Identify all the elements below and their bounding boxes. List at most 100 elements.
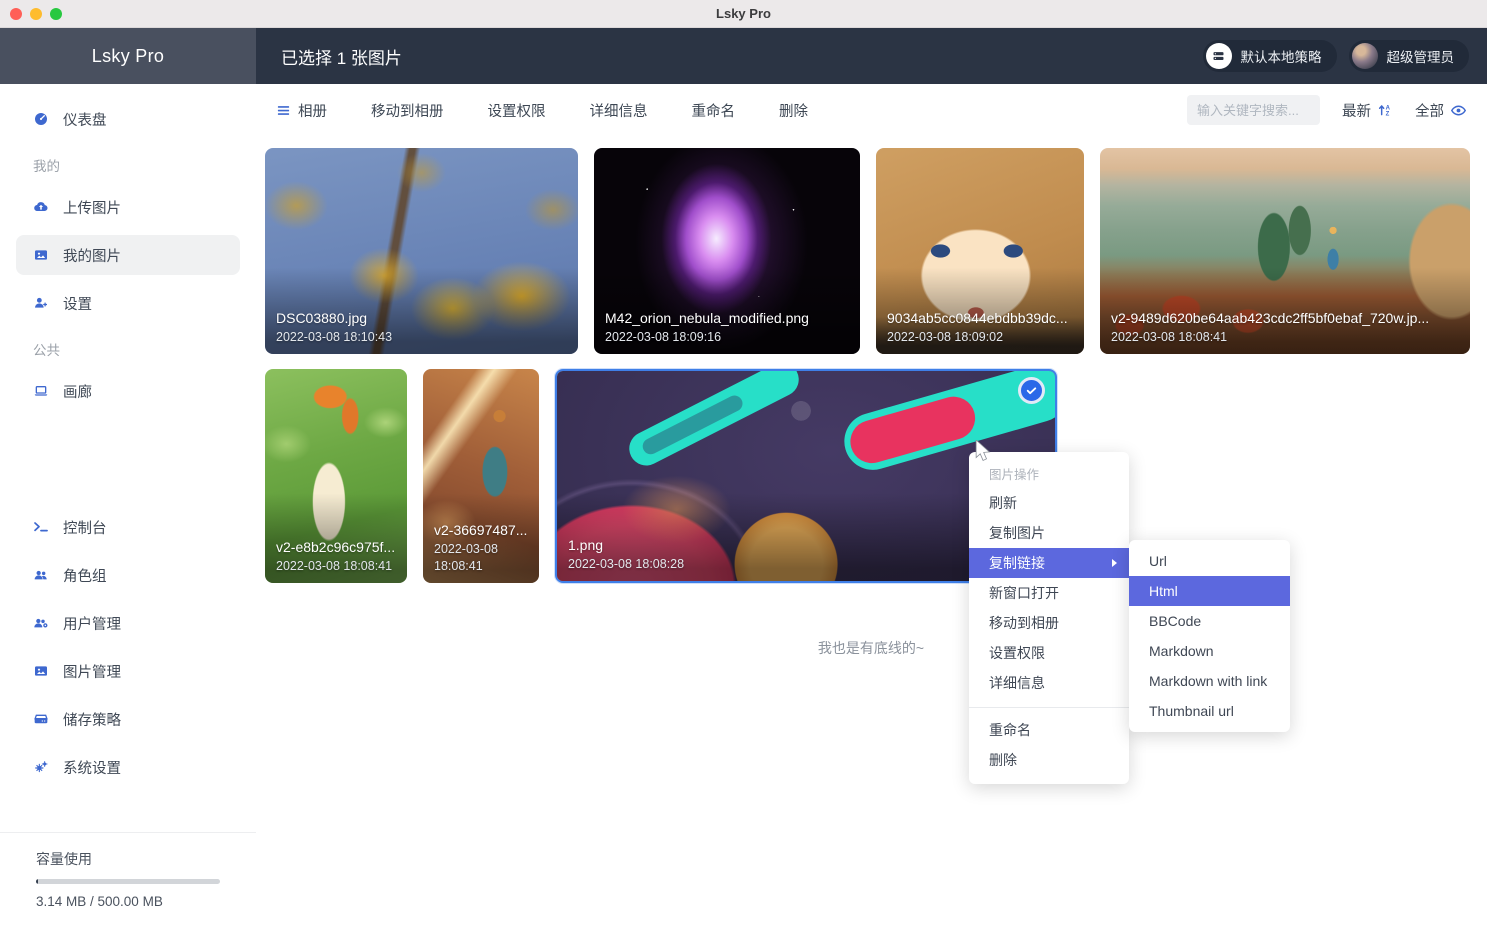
- gauge-icon: [33, 111, 49, 127]
- cloud-upload-icon: [33, 199, 49, 215]
- search-input[interactable]: [1187, 95, 1320, 125]
- avatar: [1352, 43, 1378, 69]
- sidebar-item-gallery[interactable]: 画廊: [16, 371, 240, 411]
- sidebar-label: 控制台: [63, 517, 107, 538]
- macos-titlebar: Lsky Pro: [0, 0, 1487, 28]
- menu-item-set-permission[interactable]: 设置权限: [969, 638, 1129, 668]
- storage-progress-fill: [36, 879, 38, 884]
- menu-divider: [969, 707, 1129, 708]
- app-header: Lsky Pro 已选择 1 张图片 默认本地策略 超级管理员: [0, 28, 1487, 84]
- album-button[interactable]: 相册: [276, 100, 327, 121]
- menu-item-open-new-window[interactable]: 新窗口打开: [969, 578, 1129, 608]
- menu-item-move-to-album[interactable]: 移动到相册: [969, 608, 1129, 638]
- selected-check-badge[interactable]: [1018, 377, 1045, 404]
- minimize-button[interactable]: [30, 8, 42, 20]
- album-label: 相册: [298, 100, 327, 121]
- users-gear-icon: [33, 615, 49, 631]
- image-filename: DSC03880.jpg: [276, 310, 570, 326]
- sidebar-item-upload[interactable]: 上传图片: [16, 187, 240, 227]
- sort-button[interactable]: 最新 AZ: [1342, 100, 1393, 121]
- user-menu-button[interactable]: 超级管理员: [1349, 40, 1470, 72]
- image-card[interactable]: 9034ab5cc0844ebdbb39dc... 2022-03-08 18:…: [876, 148, 1084, 354]
- storage-usage-panel: 容量使用 3.14 MB / 500.00 MB: [0, 832, 256, 927]
- sidebar-item-image-management[interactable]: 图片管理: [16, 651, 240, 691]
- copy-link-submenu: Url Html BBCode Markdown Markdown with l…: [1129, 540, 1290, 732]
- sidebar-spacer: [0, 415, 256, 503]
- image-card[interactable]: v2-36697487... 2022-03-08 18:08:41: [423, 369, 539, 583]
- sidebar-item-system-settings[interactable]: 系统设置: [16, 747, 240, 787]
- menu-item-delete[interactable]: 删除: [969, 745, 1129, 775]
- sidebar-section-public: 公共: [33, 341, 256, 361]
- gallery-row-2: v2-e8b2c96c975f... 2022-03-08 18:08:41 v…: [265, 369, 1477, 583]
- rename-button[interactable]: 重命名: [692, 100, 736, 121]
- sidebar-label: 系统设置: [63, 757, 121, 778]
- context-menu-title: 图片操作: [969, 459, 1129, 488]
- menu-item-rename[interactable]: 重命名: [969, 715, 1129, 745]
- selection-title: 已选择 1 张图片: [281, 44, 402, 69]
- submenu-item-html[interactable]: Html: [1129, 576, 1290, 606]
- image-date: 2022-03-08 18:08:41: [1111, 329, 1462, 346]
- submenu-item-thumbnail-url[interactable]: Thumbnail url: [1129, 696, 1290, 726]
- image-card[interactable]: DSC03880.jpg 2022-03-08 18:10:43: [265, 148, 578, 354]
- detail-info-button[interactable]: 详细信息: [590, 100, 648, 121]
- image-filename: 9034ab5cc0844ebdbb39dc...: [887, 310, 1076, 326]
- submenu-item-url[interactable]: Url: [1129, 546, 1290, 576]
- set-permission-button[interactable]: 设置权限: [488, 100, 546, 121]
- gallery-row-1: DSC03880.jpg 2022-03-08 18:10:43 M42_ori…: [265, 148, 1477, 354]
- sidebar-item-dashboard[interactable]: 仪表盘: [16, 99, 240, 139]
- delete-button[interactable]: 删除: [779, 100, 808, 121]
- image-context-menu: 图片操作 刷新 复制图片 复制链接 新窗口打开 移动到相册 设置权限 详细信息 …: [969, 452, 1129, 784]
- image-filename: v2-36697487...: [434, 522, 531, 538]
- capacity-usage-text: 3.14 MB / 500.00 MB: [36, 894, 220, 909]
- main-content: 相册 移动到相册 设置权限 详细信息 重命名 删除 最新 AZ 全部: [256, 84, 1487, 927]
- submenu-item-markdown[interactable]: Markdown: [1129, 636, 1290, 666]
- sidebar-item-settings[interactable]: 设置: [16, 283, 240, 323]
- sidebar-item-my-images[interactable]: 我的图片: [16, 235, 240, 275]
- menu-item-copy-image[interactable]: 复制图片: [969, 518, 1129, 548]
- sidebar-label: 画廊: [63, 381, 92, 402]
- sidebar-label: 图片管理: [63, 661, 121, 682]
- image-gallery: DSC03880.jpg 2022-03-08 18:10:43 M42_ori…: [256, 136, 1487, 658]
- sidebar-label: 用户管理: [63, 613, 121, 634]
- sidebar-label: 储存策略: [63, 709, 121, 730]
- terminal-icon: [33, 519, 49, 535]
- check-icon: [1025, 384, 1038, 397]
- image-card[interactable]: v2-9489d620be64aab423cdc2ff5bf0ebaf_720w…: [1100, 148, 1470, 354]
- zoom-button[interactable]: [50, 8, 62, 20]
- svg-text:A: A: [1386, 105, 1391, 111]
- image-date: 2022-03-08 18:10:43: [276, 329, 570, 346]
- image-date: 2022-03-08 18:09:16: [605, 329, 852, 346]
- sidebar-item-role-group[interactable]: 角色组: [16, 555, 240, 595]
- header-main: 已选择 1 张图片 默认本地策略 超级管理员: [256, 28, 1487, 84]
- brand-logo: Lsky Pro: [0, 28, 256, 84]
- image-card[interactable]: v2-e8b2c96c975f... 2022-03-08 18:08:41: [265, 369, 407, 583]
- move-to-album-button[interactable]: 移动到相册: [371, 100, 444, 121]
- image-filename: v2-e8b2c96c975f...: [276, 539, 399, 555]
- submenu-item-markdown-with-link[interactable]: Markdown with link: [1129, 666, 1290, 696]
- users-icon: [33, 567, 49, 583]
- sidebar-item-storage-policy[interactable]: 储存策略: [16, 699, 240, 739]
- close-button[interactable]: [10, 8, 22, 20]
- submenu-item-bbcode[interactable]: BBCode: [1129, 606, 1290, 636]
- server-icon: [1206, 43, 1232, 69]
- storage-policy-button[interactable]: 默认本地策略: [1203, 40, 1337, 72]
- sidebar-label: 设置: [63, 293, 92, 314]
- image-card[interactable]: M42_orion_nebula_modified.png 2022-03-08…: [594, 148, 860, 354]
- menu-item-copy-link[interactable]: 复制链接: [969, 548, 1129, 578]
- menu-item-refresh[interactable]: 刷新: [969, 488, 1129, 518]
- sidebar: 仪表盘 我的 上传图片 我的图片 设置 公共 画廊 控制台 角色组: [0, 84, 256, 927]
- sidebar-item-console[interactable]: 控制台: [16, 507, 240, 547]
- image-date: 2022-03-08 18:09:02: [887, 329, 1076, 346]
- sidebar-label: 角色组: [63, 565, 107, 586]
- image-filename: M42_orion_nebula_modified.png: [605, 310, 852, 326]
- filter-button[interactable]: 全部: [1415, 100, 1467, 121]
- user-name-label: 超级管理员: [1387, 46, 1455, 66]
- menu-item-detail-info[interactable]: 详细信息: [969, 668, 1129, 698]
- sidebar-label: 上传图片: [63, 197, 121, 218]
- submenu-arrow-icon: [1112, 559, 1117, 567]
- eye-icon: [1450, 102, 1467, 119]
- hard-drive-icon: [33, 711, 49, 727]
- sidebar-item-user-management[interactable]: 用户管理: [16, 603, 240, 643]
- traffic-lights: [10, 8, 62, 20]
- storage-progress-bar: [36, 879, 220, 884]
